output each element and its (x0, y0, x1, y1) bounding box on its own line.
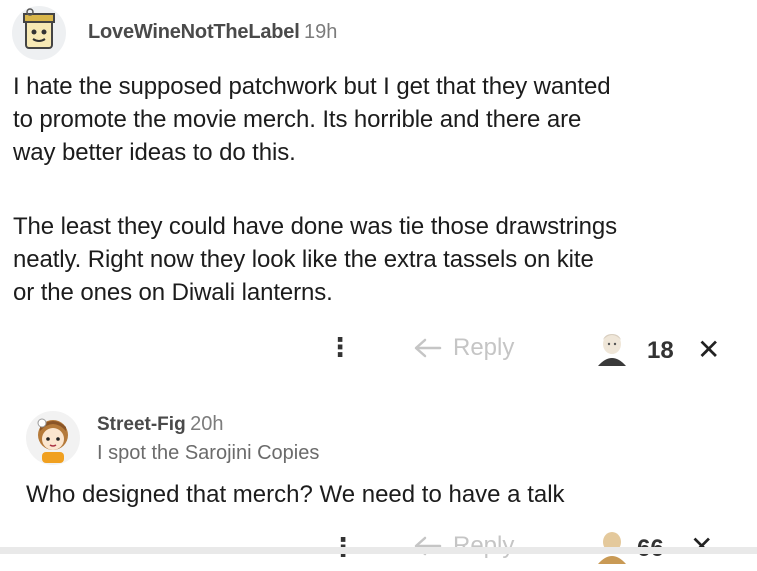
close-icon[interactable]: ✕ (697, 336, 720, 364)
more-options-icon[interactable]: ⋮ (327, 334, 353, 360)
comment-body: I hate the supposed patchwork but I get … (13, 70, 611, 169)
comment-line: way better ideas to do this. (13, 139, 296, 166)
comment-header: Street-Fig 20h (97, 413, 224, 436)
comment-line: or the ones on Diwali lanterns. (13, 279, 333, 306)
avatar[interactable] (26, 411, 80, 465)
reply-label: Reply (453, 334, 515, 361)
comment-body-paragraph-2: The least they could have done was tie t… (13, 210, 617, 309)
user-flair: I spot the Sarojini Copies (97, 442, 320, 464)
reply-button[interactable]: Reply (413, 532, 514, 560)
comment-timestamp: 20h (190, 413, 224, 435)
comment-line: neatly. Right now they look like the ext… (13, 246, 594, 273)
comment-author[interactable]: LoveWineNotTheLabel (88, 21, 300, 43)
comment-line: The least they could have done was tie t… (13, 213, 618, 240)
reply-arrow-icon (413, 337, 443, 359)
bottom-divider (0, 547, 757, 554)
avatar[interactable] (12, 6, 66, 60)
comment-author[interactable]: Street-Fig (97, 414, 186, 435)
vote-count: 18 (647, 337, 674, 364)
reply-button[interactable]: Reply (413, 334, 514, 362)
comment-line: I hate the supposed patchwork but I get … (13, 73, 611, 100)
comment-header: LoveWineNotTheLabel 19h (88, 21, 337, 44)
reply-label: Reply (453, 532, 515, 559)
award-avatar-icon (593, 330, 631, 368)
comment-timestamp: 19h (304, 21, 338, 43)
comment-body: Who designed that merch? We need to have… (26, 481, 565, 508)
comment-line: to promote the movie merch. Its horrible… (13, 106, 582, 133)
